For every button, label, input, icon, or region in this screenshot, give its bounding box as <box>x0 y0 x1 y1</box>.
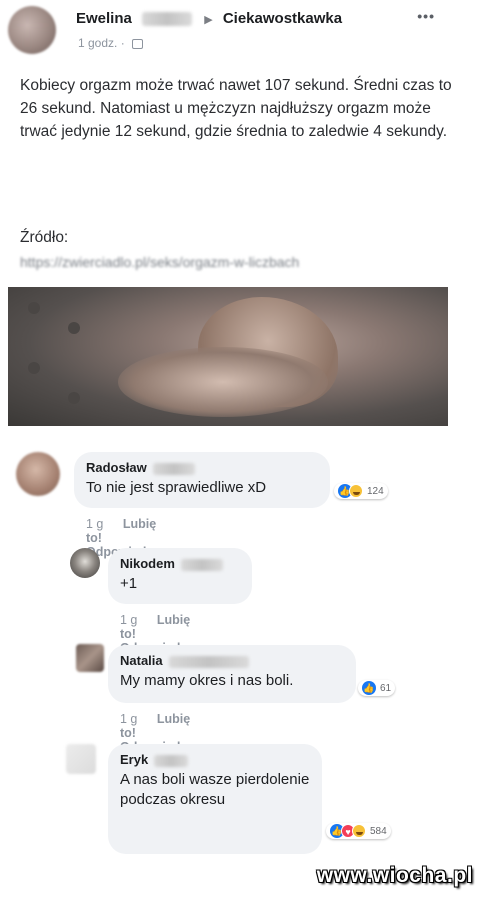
redacted-surname <box>152 462 195 475</box>
comment-text: My mamy okres i nas boli. <box>120 672 294 689</box>
post-image[interactable] <box>8 287 448 426</box>
source-link[interactable]: https://zwierciadlo.pl/seks/orgazm-w-lic… <box>20 254 299 270</box>
author-line: Ewelina ▶ Ciekawostkawka <box>76 10 342 27</box>
reaction-count: 61 <box>380 682 392 694</box>
group-audience-icon <box>132 38 144 49</box>
site-watermark: www.wiocha.pl <box>316 864 473 887</box>
redacted-surname <box>154 754 189 767</box>
commenter-name[interactable]: Radosław <box>86 460 147 475</box>
arrow-right-icon: ▶ <box>204 13 213 26</box>
commenter-name[interactable]: Natalia <box>120 653 163 668</box>
comment-time[interactable]: 1 g <box>86 517 103 531</box>
author-name[interactable]: Ewelina <box>76 10 132 27</box>
reaction-count: 124 <box>367 485 384 497</box>
reaction-count: 584 <box>370 825 387 837</box>
comment-text: +1 <box>120 575 138 592</box>
headboard-tufting <box>28 302 40 314</box>
post-header: Ewelina ▶ Ciekawostkawka 1 godz. · ••• <box>0 0 487 60</box>
like-reaction-icon: 👍 <box>362 681 376 695</box>
comment-text: To nie jest sprawiedliwe xD <box>86 479 267 496</box>
avatar[interactable] <box>76 644 104 672</box>
avatar[interactable] <box>70 548 100 578</box>
reaction-summary[interactable]: 👍 ♥ 584 <box>326 823 391 839</box>
commenter-name[interactable]: Eryk <box>120 752 148 767</box>
reaction-summary[interactable]: 👍 124 <box>334 483 388 499</box>
redacted-surname <box>142 12 193 27</box>
avatar[interactable] <box>66 744 96 774</box>
redacted-surname <box>168 655 249 668</box>
avatar[interactable] <box>16 452 60 496</box>
commenter-name[interactable]: Nikodem <box>120 556 175 571</box>
haha-reaction-icon <box>352 824 366 838</box>
haha-reaction-icon <box>349 484 363 498</box>
source-label: Źródło: <box>20 229 69 246</box>
reaction-summary[interactable]: 👍 61 <box>358 680 396 696</box>
comment-bubble: Natalia My mamy okres i nas boli. <box>108 645 356 703</box>
author-avatar[interactable] <box>8 6 56 54</box>
image-figure-arm <box>118 347 328 417</box>
comment-time[interactable]: 1 g <box>120 712 137 726</box>
comment-text: A nas boli wasze pierdolenie podczas okr… <box>120 771 310 808</box>
post-time[interactable]: 1 godz. <box>78 36 117 50</box>
more-options-icon[interactable]: ••• <box>417 8 435 24</box>
post-meta: 1 godz. · <box>78 36 144 50</box>
post-body: Kobiecy orgazm może trwać nawet 107 seku… <box>20 77 452 140</box>
comment-bubble: Radosław To nie jest sprawiedliwe xD <box>74 452 330 508</box>
redacted-surname <box>180 558 223 571</box>
comment-bubble: Eryk A nas boli wasze pierdolenie podcza… <box>108 744 322 854</box>
comment-time[interactable]: 1 g <box>120 613 137 627</box>
group-name[interactable]: Ciekawostkawka <box>223 10 342 27</box>
comment-bubble: Nikodem +1 <box>108 548 252 604</box>
